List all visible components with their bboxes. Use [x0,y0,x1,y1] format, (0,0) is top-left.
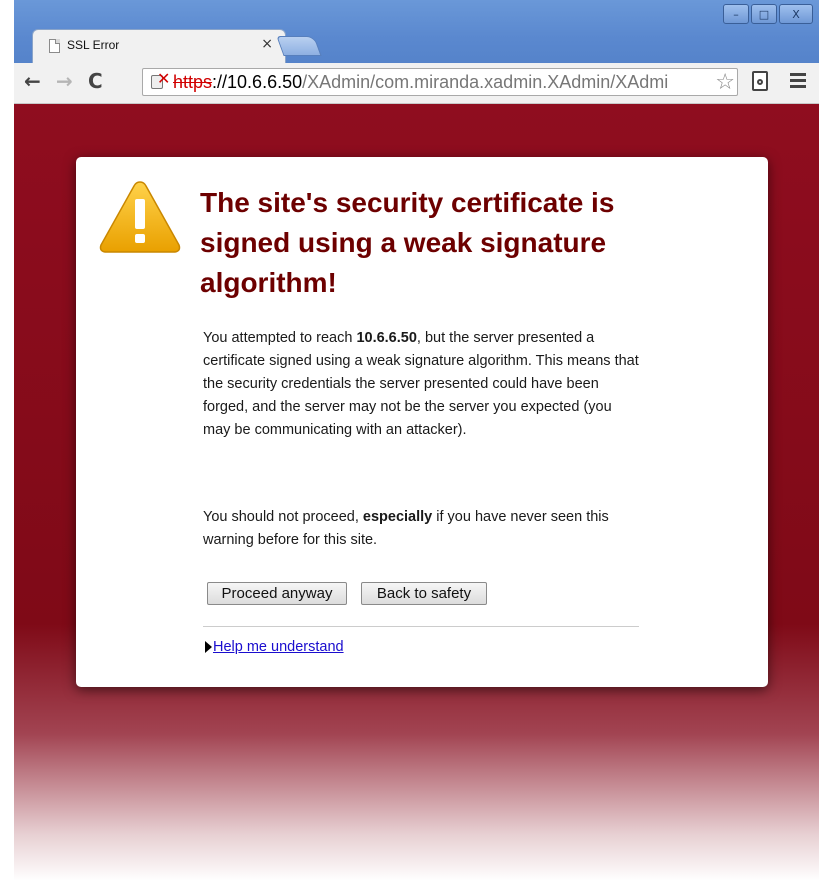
bookmark-star-icon[interactable]: ☆ [713,70,735,95]
p1-text-end: , but the server presented a certificate… [203,330,639,438]
url-text[interactable]: https://10.6.6.50/XAdmin/com.miranda.xad… [173,72,668,93]
url-host: ://10.6.6.50 [212,72,303,92]
close-window-button[interactable]: X [779,4,813,24]
p2-emphasis: especially [362,509,433,525]
warning-icon [99,181,181,253]
site-host: 10.6.6.50 [356,330,417,346]
warning-explanation: You attempted to reach 10.6.6.50, but th… [203,327,643,442]
p2-text-start: You should not proceed, [203,509,363,525]
back-arrow-icon[interactable]: ← [24,71,41,91]
maximize-button[interactable]: □ [751,4,777,24]
new-tab-button[interactable] [276,36,322,56]
p1-text-start: You attempted to reach [203,330,357,346]
minimize-button[interactable]: – [723,4,749,24]
insecure-x-icon: ✕ [157,69,171,88]
url-scheme: https [173,72,213,92]
help-me-understand-link[interactable]: Help me understand [213,639,344,655]
url-path: /XAdmin/com.miranda.xadmin.XAdmin/XAdmi [302,72,669,92]
divider [203,626,639,627]
reload-icon[interactable]: C [88,71,103,91]
warning-advice: You should not proceed, especially if yo… [203,506,643,552]
proceed-anyway-button[interactable]: Proceed anyway [207,582,347,605]
browser-toolbar: ← → C ✕ https://10.6.6.50/XAdmin/com.mir… [14,63,819,104]
page-menu-icon[interactable] [752,71,768,91]
browser-window: SSL Error × – □ X ← → C ✕ https://10.6.6… [14,0,819,881]
title-bar: SSL Error × – □ X [14,0,819,64]
tab-title: SSL Error [67,38,120,52]
expand-arrow-icon[interactable] [205,641,212,654]
window-controls: – □ X [723,4,813,24]
address-bar[interactable]: ✕ https://10.6.6.50/XAdmin/com.miranda.x… [142,68,738,96]
settings-menu-icon[interactable] [790,73,806,88]
page-content: The site's security certificate is signe… [14,104,819,881]
forward-arrow-icon[interactable]: → [56,71,73,91]
tab-close-icon[interactable]: × [261,36,273,52]
tab-ssl-error[interactable]: SSL Error × [32,29,286,63]
page-title: The site's security certificate is signe… [200,187,615,298]
help-row: Help me understand [205,639,344,655]
back-to-safety-button[interactable]: Back to safety [361,582,487,605]
page-icon [49,39,60,53]
ssl-warning-card: The site's security certificate is signe… [76,157,768,687]
